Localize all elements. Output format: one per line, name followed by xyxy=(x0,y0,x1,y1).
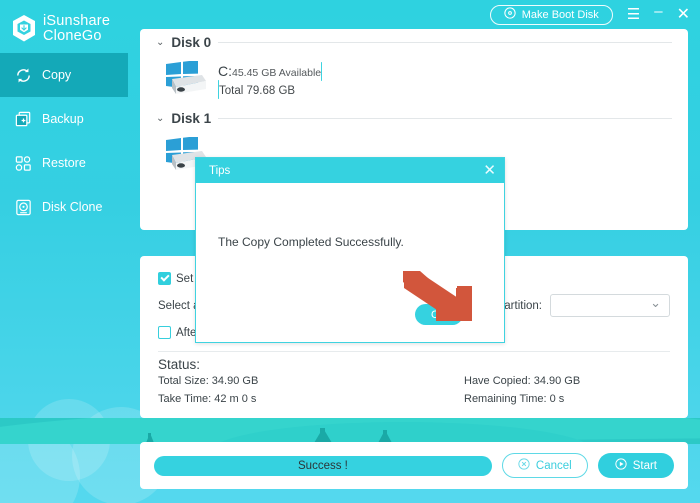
disk0-available: 45.45 GB Available xyxy=(232,67,322,79)
disc-icon xyxy=(504,7,516,22)
status-grid: Total Size: 34.90 GB Have Copied: 34.90 … xyxy=(140,372,688,405)
sidebar-item-label: Restore xyxy=(42,156,86,170)
divider xyxy=(218,117,672,119)
chevron-down-icon[interactable]: ⌄ xyxy=(156,37,164,48)
tips-dialog-titlebar: Tips ✕ xyxy=(196,158,504,183)
set-target-checkbox[interactable] xyxy=(158,272,171,285)
sidebar: iSunshare CloneGo Copy Backup Restore Di… xyxy=(0,0,128,503)
app-logo-text: iSunshare CloneGo xyxy=(43,12,111,44)
sidebar-item-disk-clone[interactable]: Disk Clone xyxy=(0,185,128,229)
backup-icon xyxy=(14,110,33,129)
disk1-header[interactable]: ⌄ Disk 1 xyxy=(140,105,688,131)
refresh-icon xyxy=(14,66,33,85)
cancel-button[interactable]: Cancel xyxy=(501,453,588,478)
windows-drive-icon xyxy=(164,60,208,97)
cancel-label: Cancel xyxy=(535,459,572,472)
cancel-circle-icon xyxy=(518,458,530,473)
status-title: Status: xyxy=(158,357,201,372)
chevron-down-icon[interactable]: ⌄ xyxy=(156,113,164,124)
restore-icon xyxy=(14,154,33,173)
divider xyxy=(218,41,672,43)
sidebar-item-label: Backup xyxy=(42,112,84,126)
play-circle-icon xyxy=(615,458,627,473)
sidebar-nav: Copy Backup Restore Disk Clone xyxy=(0,53,128,229)
tips-dialog-message: The Copy Completed Successfully. xyxy=(218,235,404,249)
close-icon[interactable]: ✕ xyxy=(483,163,496,178)
disk0-drive-letter: C: xyxy=(218,63,232,79)
tips-dialog-title: Tips xyxy=(209,164,231,177)
progress-bar: Success ! xyxy=(154,455,492,476)
close-icon[interactable]: ✕ xyxy=(677,6,690,23)
app-logo: iSunshare CloneGo xyxy=(0,0,128,48)
sidebar-item-label: Copy xyxy=(42,68,72,82)
disk0-row[interactable]: C:45.45 GB Available Total 79.68 GB xyxy=(140,55,688,99)
disk0-total: Total 79.68 GB xyxy=(219,85,296,97)
application-window: iSunshare CloneGo Copy Backup Restore Di… xyxy=(0,0,700,503)
partition-select[interactable]: ⌄ xyxy=(550,294,670,317)
make-boot-disk-button[interactable]: Make Boot Disk xyxy=(489,4,613,25)
disk0-title: Disk 0 xyxy=(171,34,212,50)
brand-line-1: iSunshare xyxy=(43,12,111,29)
disk1-title: Disk 1 xyxy=(171,110,212,126)
brand-line-2: CloneGo xyxy=(43,27,102,44)
title-bar: Make Boot Disk ☰ – ✕ xyxy=(128,0,700,29)
select-partition-label: Select a xyxy=(158,299,200,312)
minimize-icon[interactable]: – xyxy=(654,4,662,19)
partition-label: artition: xyxy=(504,299,542,312)
sidebar-item-restore[interactable]: Restore xyxy=(0,141,128,185)
progress-label: Success ! xyxy=(298,459,348,472)
after-copy-checkbox[interactable] xyxy=(158,326,171,339)
footer-panel: Success ! Cancel Start xyxy=(140,442,688,489)
status-take-time: Take Time: 42 m 0 s xyxy=(158,393,257,405)
hamburger-icon[interactable]: ☰ xyxy=(627,7,640,22)
sidebar-item-backup[interactable]: Backup xyxy=(0,97,128,141)
disk0-header[interactable]: ⌄ Disk 0 xyxy=(140,29,688,55)
make-boot-disk-label: Make Boot Disk xyxy=(521,8,599,21)
sidebar-item-copy[interactable]: Copy xyxy=(0,53,128,97)
disk0-drive-label: C:45.45 GB Available xyxy=(218,63,322,79)
status-total-size: Total Size: 34.90 GB xyxy=(158,375,259,387)
sidebar-item-label: Disk Clone xyxy=(42,200,103,214)
status-have-copied: Have Copied: 34.90 GB xyxy=(464,375,581,387)
disk0-info: C:45.45 GB Available Total 79.68 GB xyxy=(218,61,323,99)
disk-clone-icon xyxy=(14,198,33,217)
start-label: Start xyxy=(632,459,657,472)
ok-button[interactable]: OK xyxy=(415,304,463,325)
isunshare-logo-icon xyxy=(11,14,37,43)
status-remaining-time: Remaining Time: 0 s xyxy=(464,393,565,405)
tips-dialog: Tips ✕ The Copy Completed Successfully. … xyxy=(195,157,505,343)
start-button[interactable]: Start xyxy=(597,453,674,478)
chevron-down-icon: ⌄ xyxy=(650,294,661,310)
